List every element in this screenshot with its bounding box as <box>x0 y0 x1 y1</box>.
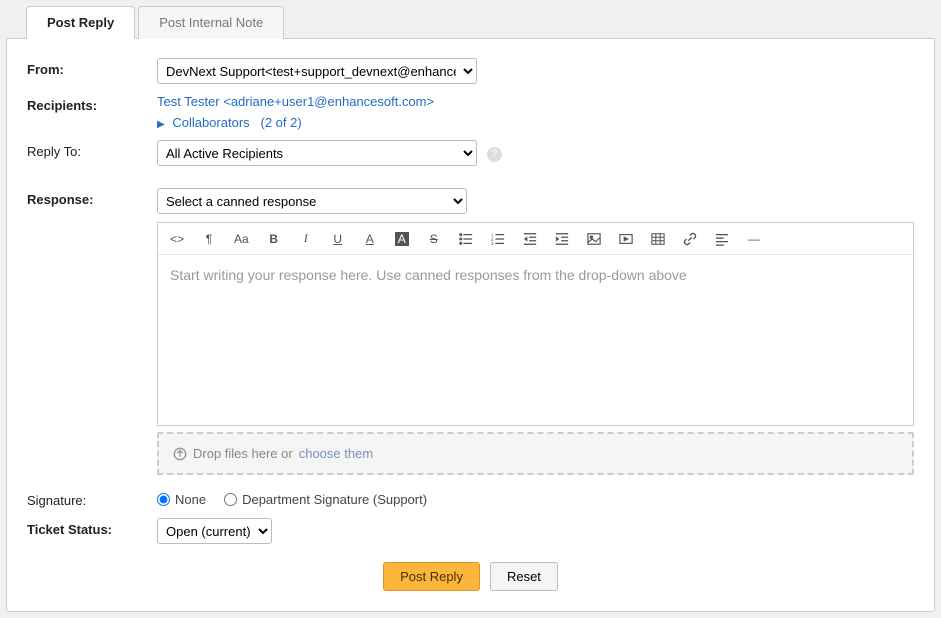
canned-response-select[interactable]: Select a canned response <box>157 188 467 214</box>
unordered-list-icon[interactable] <box>459 232 473 246</box>
font-family-icon[interactable]: Aa <box>234 232 249 246</box>
svg-text:3: 3 <box>491 241 494 246</box>
collaborators-label: Collaborators <box>172 115 249 130</box>
outdent-icon[interactable] <box>523 232 537 246</box>
signature-label: Signature: <box>27 489 157 508</box>
reply-to-label: Reply To: <box>27 140 157 159</box>
table-icon[interactable] <box>651 232 665 246</box>
code-view-icon[interactable]: <> <box>170 232 184 246</box>
tab-post-reply[interactable]: Post Reply <box>26 6 135 39</box>
reply-panel: Post Reply Post Internal Note From: DevN… <box>6 6 935 612</box>
ticket-status-select[interactable]: Open (current) <box>157 518 272 544</box>
signature-none-radio[interactable] <box>157 493 170 506</box>
recipients-label: Recipients: <box>27 94 157 113</box>
form-area: From: DevNext Support<test+support_devne… <box>7 40 934 611</box>
caret-right-icon: ▶ <box>157 119 165 130</box>
horizontal-rule-icon[interactable]: — <box>747 232 761 246</box>
underline-icon[interactable]: U <box>331 232 345 246</box>
collaborators-toggle[interactable]: ▶ Collaborators (2 of 2) <box>157 115 914 130</box>
signature-none-option[interactable]: None <box>157 492 206 507</box>
reset-button[interactable]: Reset <box>490 562 558 591</box>
file-dropzone[interactable]: Drop files here or choose them <box>157 432 914 475</box>
link-icon[interactable] <box>683 232 697 246</box>
reply-to-select[interactable]: All Active Recipients <box>157 140 477 166</box>
tab-post-internal-note[interactable]: Post Internal Note <box>138 6 284 39</box>
dropzone-text: Drop files here or <box>193 446 293 461</box>
ordered-list-icon[interactable]: 123 <box>491 232 505 246</box>
from-label: From: <box>27 58 157 77</box>
italic-icon[interactable]: I <box>299 231 313 246</box>
post-reply-button[interactable]: Post Reply <box>383 562 480 591</box>
from-select[interactable]: DevNext Support<test+support_devnext@enh… <box>157 58 477 84</box>
strikethrough-icon[interactable]: S <box>427 232 441 246</box>
editor-toolbar: <> ¶ Aa B I U A A S 123 <box>158 223 913 255</box>
collaborators-count: (2 of 2) <box>261 115 302 130</box>
tab-bar: Post Reply Post Internal Note <box>6 5 935 39</box>
button-row: Post Reply Reset <box>27 562 914 591</box>
image-icon[interactable] <box>587 232 601 246</box>
signature-dept-radio[interactable] <box>224 493 237 506</box>
upload-icon <box>173 447 187 461</box>
font-color-icon[interactable]: A <box>363 232 377 246</box>
highlight-icon[interactable]: A <box>395 232 409 246</box>
paragraph-icon[interactable]: ¶ <box>202 232 216 246</box>
signature-none-label: None <box>175 492 206 507</box>
signature-dept-label: Department Signature (Support) <box>242 492 427 507</box>
bold-icon[interactable]: B <box>267 232 281 246</box>
choose-files-link[interactable]: choose them <box>299 446 373 461</box>
align-icon[interactable] <box>715 232 729 246</box>
signature-dept-option[interactable]: Department Signature (Support) <box>224 492 427 507</box>
editor: <> ¶ Aa B I U A A S 123 <box>157 222 914 426</box>
video-icon[interactable] <box>619 232 633 246</box>
indent-icon[interactable] <box>555 232 569 246</box>
editor-body[interactable]: Start writing your response here. Use ca… <box>158 255 913 425</box>
ticket-status-label: Ticket Status: <box>27 518 157 537</box>
recipient-link[interactable]: Test Tester <adriane+user1@enhancesoft.c… <box>157 94 434 109</box>
help-icon[interactable]: ? <box>487 147 502 162</box>
response-label: Response: <box>27 188 157 207</box>
